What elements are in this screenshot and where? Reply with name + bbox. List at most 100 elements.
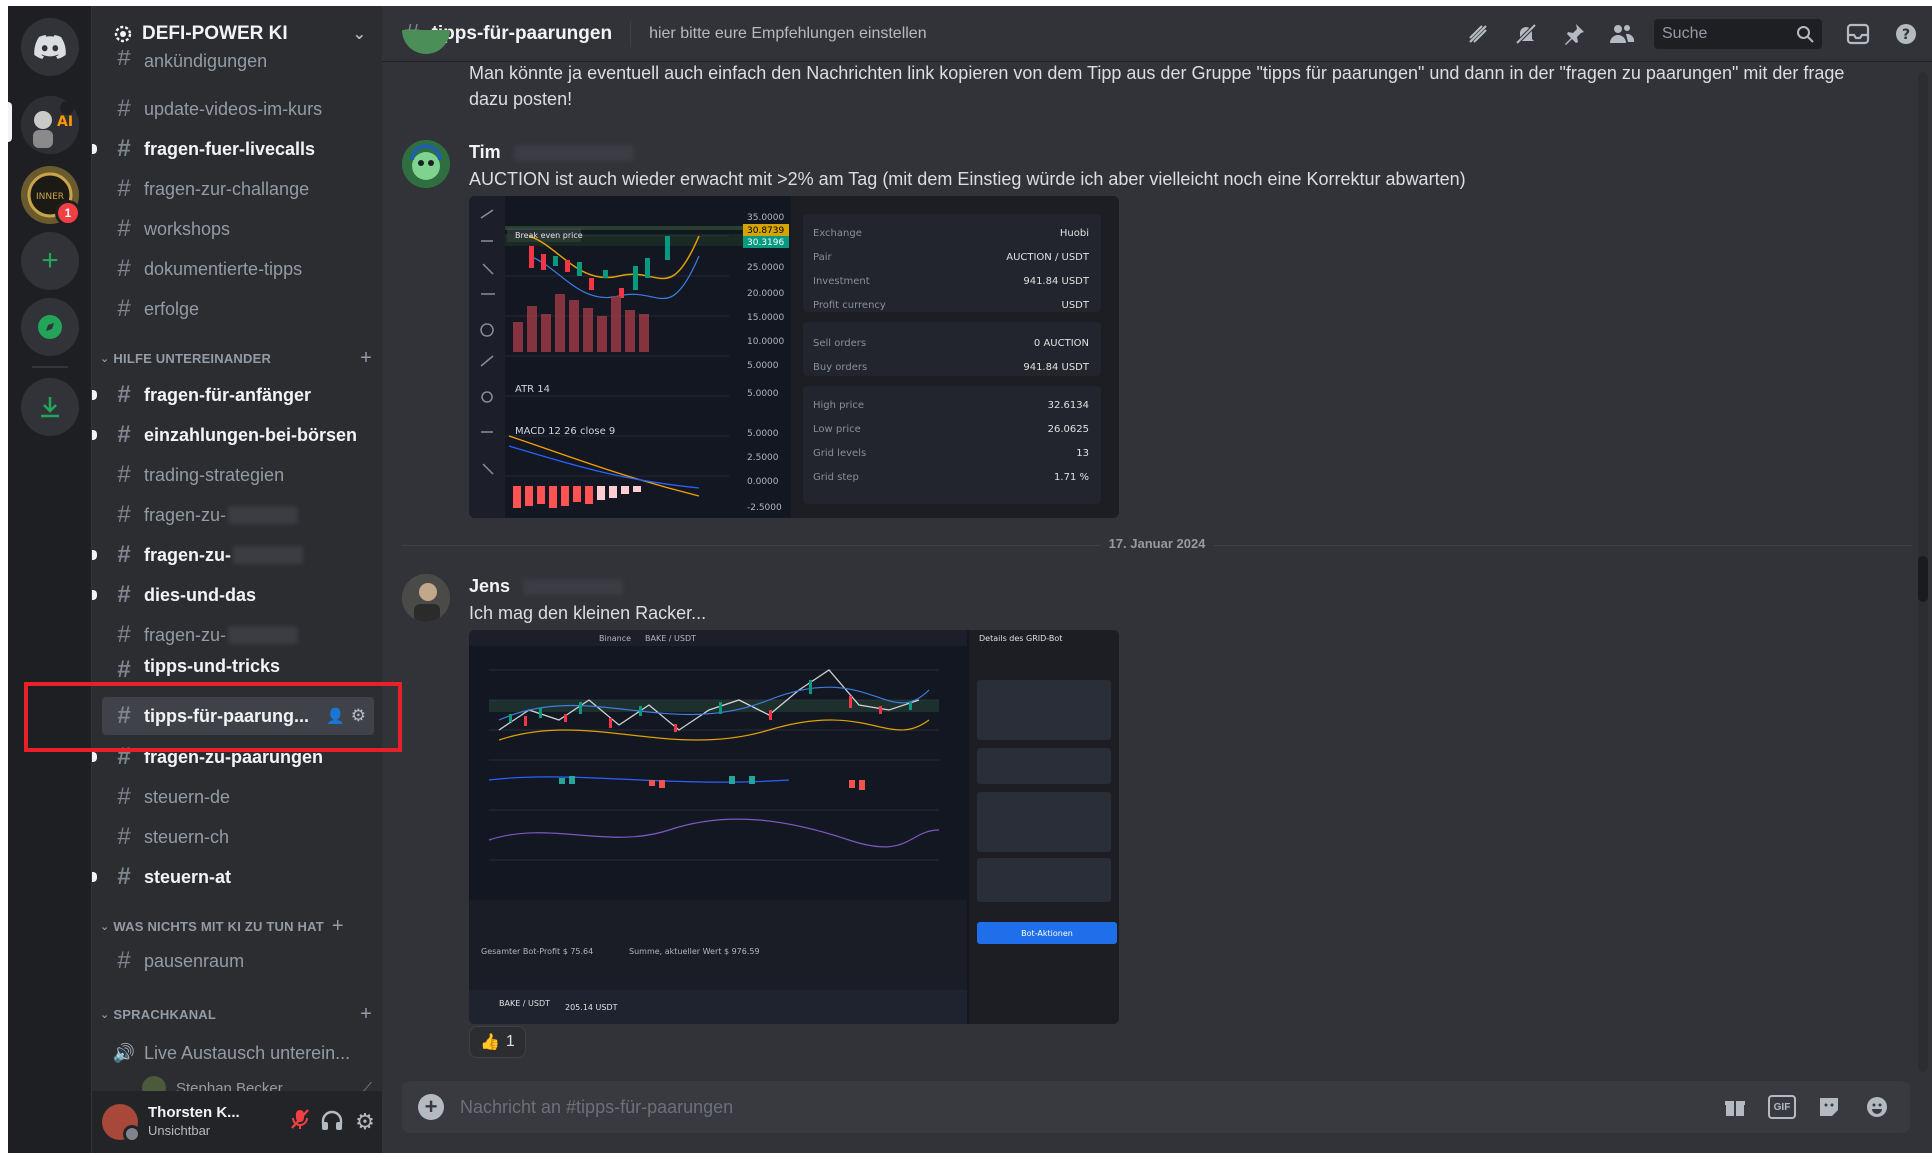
author-name: Jens	[469, 576, 511, 596]
detail-key: Buy orders	[813, 362, 867, 373]
channel-fragen-fuer-livecalls[interactable]: # fragen-fuer-livecalls	[92, 130, 374, 168]
channel-fragen-fuer-anfaenger[interactable]: # fragen-für-anfänger	[92, 376, 374, 414]
channel-steuern-at[interactable]: # steuern-at	[92, 858, 374, 896]
help-icon[interactable]: ?	[1890, 18, 1922, 50]
add-channel-icon[interactable]: +	[360, 347, 372, 370]
channel-dokumentierte-tipps[interactable]: # dokumentierte-tipps	[102, 250, 374, 288]
user-settings-gear-icon[interactable]: ⚙	[348, 1109, 382, 1135]
image-attachment[interactable]: ATR 14 MACD 12 26 close 9 Break even pri…	[469, 196, 1119, 518]
download-apps-icon[interactable]	[21, 378, 79, 436]
svg-text:INNER: INNER	[36, 192, 64, 202]
threads-icon[interactable]	[1462, 18, 1494, 50]
detail-key: Profit currency	[813, 300, 886, 311]
break-even-label: Break even price	[515, 231, 583, 240]
voice-channel-live-austausch[interactable]: 🔊 Live Austausch unterein...	[102, 1034, 374, 1072]
price-tick: 5.0000	[747, 429, 779, 439]
add-attachment-icon[interactable]: +	[418, 1094, 444, 1120]
channel-steuern-de[interactable]: # steuern-de	[102, 778, 374, 816]
category-label: HILFE UNTEREINANDER	[113, 350, 272, 366]
channel-fragen-zur-challange[interactable]: # fragen-zur-challange	[102, 170, 374, 208]
redacted-text	[523, 579, 624, 596]
detail-value: 13	[1076, 448, 1089, 459]
mute-mic-icon[interactable]	[284, 1108, 316, 1136]
channel-einzahlungen-bei-boersen[interactable]: # einzahlungen-bei-börsen	[92, 416, 374, 454]
channel-label: einzahlungen-bei-börsen	[144, 424, 358, 445]
pin-icon[interactable]	[1558, 18, 1590, 50]
emoji-icon[interactable]	[1862, 1092, 1892, 1122]
chevron-down-icon: ⌄	[100, 920, 110, 933]
channel-fragen-zu-1[interactable]: # fragen-zu-	[102, 496, 374, 534]
hash-icon: #	[117, 581, 131, 608]
message-author[interactable]: Jens	[469, 576, 624, 597]
channel-fragen-zu-3[interactable]: # fragen-zu-	[102, 616, 374, 654]
message-input[interactable]: Nachricht an #tipps-für-paarungen	[460, 1097, 1720, 1118]
hash-icon: #	[117, 381, 131, 408]
notification-bell-off-icon[interactable]	[1510, 18, 1542, 50]
channel-dies-und-das[interactable]: # dies-und-das	[92, 576, 374, 614]
add-server-icon[interactable]: +	[21, 232, 79, 290]
channel-sidebar: DEFI-POWER KI ⌄ # ankündigungen # update-v…	[92, 6, 382, 1153]
category-sprachkanal[interactable]: ⌄ SPRACHKANAL +	[100, 1002, 372, 1026]
row-value: 205.14 USDT	[565, 1003, 618, 1012]
channel-tipps-und-tricks[interactable]: # tipps-und-tricks	[102, 656, 374, 680]
search-input[interactable]: Suche	[1654, 18, 1822, 49]
hash-icon: #	[117, 823, 131, 850]
channel-ankuendigungen[interactable]: # ankündigungen	[102, 50, 374, 72]
scrollbar-thumb[interactable]	[1918, 556, 1928, 602]
message-author[interactable]: Tim	[469, 142, 634, 163]
redacted-text	[228, 626, 299, 644]
hash-icon: #	[117, 863, 131, 890]
channel-workshops[interactable]: # workshops	[102, 210, 374, 248]
notification-badge: 1	[55, 200, 81, 226]
user-panel: Thorsten K... Unsichtbar ⚙	[92, 1091, 382, 1153]
add-channel-icon[interactable]: +	[332, 915, 344, 938]
channel-update-videos[interactable]: # update-videos-im-kurs	[102, 90, 374, 128]
detail-key: Sell orders	[813, 338, 866, 349]
category-hilfe-untereinander[interactable]: ⌄ HILFE UNTEREINANDER +	[100, 346, 372, 370]
price-tick: 25.0000	[747, 263, 784, 273]
highlight-box	[24, 682, 402, 752]
image-attachment[interactable]: Binance BAKE / USDT Gesamter Bot-Profit …	[469, 630, 1119, 1024]
channel-label: ankündigungen	[144, 51, 268, 71]
explore-compass-icon[interactable]	[21, 298, 79, 356]
hash-icon: #	[117, 501, 131, 528]
inbox-icon[interactable]	[1842, 18, 1874, 50]
message-composer[interactable]: + Nachricht an #tipps-für-paarungen GIF	[402, 1081, 1910, 1133]
channel-fragen-zu-2[interactable]: # fragen-zu-	[92, 536, 374, 574]
member-list-icon[interactable]	[1606, 18, 1638, 50]
gif-icon[interactable]: GIF	[1768, 1095, 1796, 1119]
channel-erfolge[interactable]: # erfolge	[102, 290, 374, 328]
hash-icon: #	[117, 421, 131, 448]
username: Thorsten K...	[148, 1104, 240, 1121]
sticker-icon[interactable]	[1814, 1092, 1844, 1122]
discord-home-icon[interactable]	[21, 18, 79, 76]
detail-value: 26.0625	[1048, 424, 1089, 435]
macd-label: MACD 12 26 close 9	[515, 426, 615, 437]
server-inner-circle[interactable]: INNER 1	[21, 166, 81, 226]
category-was-nichts-mit-ki[interactable]: ⌄ WAS NICHTS MIT KI ZU TUN HAT +	[100, 914, 372, 938]
detail-key: Low price	[813, 424, 861, 435]
avatar[interactable]	[402, 574, 450, 622]
avatar[interactable]	[102, 1104, 141, 1143]
hash-icon: #	[117, 135, 131, 162]
channel-trading-strategien[interactable]: # trading-strategien	[102, 456, 374, 494]
date-divider: 17. Januar 2024	[402, 536, 1912, 551]
channel-steuern-ch[interactable]: # steuern-ch	[102, 818, 374, 856]
channel-label: fragen-zu-	[144, 504, 227, 525]
channel-label: steuern-ch	[144, 826, 230, 847]
add-channel-icon[interactable]: +	[360, 1003, 372, 1026]
detail-key: Grid step	[813, 472, 859, 483]
hash-icon: #	[117, 783, 131, 810]
gift-icon[interactable]	[1720, 1092, 1750, 1122]
avatar[interactable]	[402, 140, 450, 188]
status-indicator	[123, 1125, 141, 1143]
search-icon	[1797, 25, 1814, 43]
server-defi-power-ki[interactable]: AI	[21, 96, 79, 154]
channel-topic[interactable]: hier bitte eure Empfehlungen einstellen	[649, 25, 1446, 43]
channel-pausenraum[interactable]: # pausenraum	[102, 942, 374, 980]
reaction-thumbs-up[interactable]: 👍 1	[469, 1026, 526, 1058]
detail-key: Grid levels	[813, 448, 866, 459]
channel-label: pausenraum	[144, 950, 245, 971]
headphones-icon[interactable]	[316, 1110, 348, 1135]
server-avatar-icon: AI	[21, 96, 79, 154]
